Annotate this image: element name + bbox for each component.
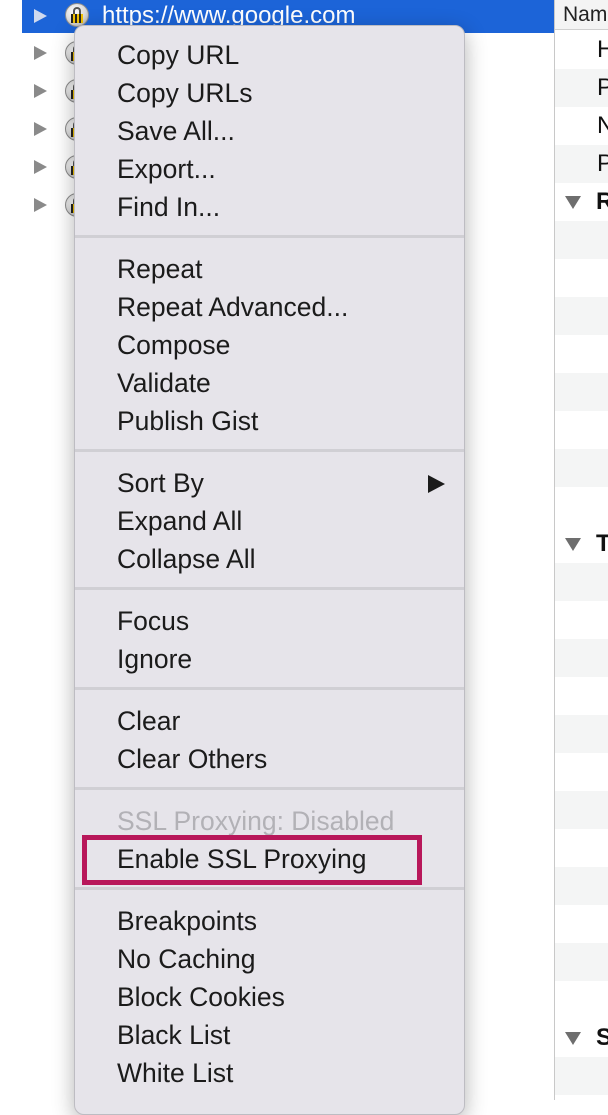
overview-panel: Nam H P N P R T S <box>555 0 608 1100</box>
disclosure-triangle-icon[interactable] <box>34 160 47 174</box>
menu-item-black-list[interactable]: Black List <box>117 1018 230 1052</box>
overview-section-label: S <box>596 1024 608 1051</box>
menu-item-find-in[interactable]: Find In... <box>117 190 220 224</box>
disclosure-triangle-icon[interactable] <box>34 9 47 23</box>
menu-item-repeat[interactable]: Repeat <box>117 252 202 286</box>
overview-row <box>555 715 608 753</box>
overview-cell: N <box>597 112 608 139</box>
menu-item-clear-others[interactable]: Clear Others <box>117 742 267 776</box>
overview-cell: H <box>597 36 608 63</box>
overview-row <box>555 487 608 525</box>
disclosure-triangle-icon[interactable] <box>34 46 47 60</box>
overview-section-label: R <box>596 188 608 215</box>
menu-item-validate[interactable]: Validate <box>117 366 211 400</box>
overview-row <box>555 601 608 639</box>
overview-row <box>555 829 608 867</box>
menu-item-export[interactable]: Export... <box>117 152 216 186</box>
disclosure-triangle-icon[interactable] <box>34 122 47 136</box>
menu-item-focus[interactable]: Focus <box>117 604 189 638</box>
menu-item-enable-ssl-proxying[interactable]: Enable SSL Proxying <box>117 842 366 876</box>
menu-item-white-list[interactable]: White List <box>117 1056 233 1090</box>
menu-item-collapse-all[interactable]: Collapse All <box>117 542 255 576</box>
overview-row <box>555 791 608 829</box>
menu-separator <box>75 235 464 238</box>
overview-row <box>555 677 608 715</box>
menu-item-publish-gist[interactable]: Publish Gist <box>117 404 258 438</box>
window-left-gutter <box>0 0 22 1100</box>
menu-item-expand-all[interactable]: Expand All <box>117 504 242 538</box>
menu-item-no-caching[interactable]: No Caching <box>117 942 255 976</box>
overview-row <box>555 221 608 259</box>
disclosure-triangle-icon[interactable] <box>34 84 47 98</box>
menu-item-repeat-advanced[interactable]: Repeat Advanced... <box>117 290 348 324</box>
menu-separator <box>75 787 464 790</box>
menu-item-ssl-proxying-status: SSL Proxying: Disabled <box>117 806 395 836</box>
menu-item-block-cookies[interactable]: Block Cookies <box>117 980 285 1014</box>
overview-row <box>555 639 608 677</box>
overview-row <box>555 943 608 981</box>
context-menu: Copy URL Copy URLs Save All... Export...… <box>74 25 465 1115</box>
overview-section-row[interactable]: R <box>555 183 608 221</box>
overview-row <box>555 411 608 449</box>
overview-cell: P <box>555 69 608 107</box>
overview-row <box>555 867 608 905</box>
overview-row <box>555 297 608 335</box>
menu-item-save-all[interactable]: Save All... <box>117 114 235 148</box>
lock-icon <box>65 3 89 27</box>
submenu-arrow-icon <box>428 475 445 493</box>
overview-row <box>555 981 608 1019</box>
overview-section-row[interactable]: S <box>555 1019 608 1057</box>
disclosure-triangle-icon[interactable] <box>34 198 47 212</box>
overview-row <box>555 905 608 943</box>
overview-section-label: T <box>596 530 608 557</box>
menu-item-ignore[interactable]: Ignore <box>117 642 192 676</box>
disclosure-triangle-icon[interactable] <box>565 1032 581 1045</box>
overview-row <box>555 259 608 297</box>
menu-separator <box>75 887 464 890</box>
overview-row <box>555 335 608 373</box>
disclosure-triangle-icon[interactable] <box>565 196 581 209</box>
overview-row <box>555 1057 608 1095</box>
disclosure-triangle-icon[interactable] <box>565 538 581 551</box>
menu-item-copy-url[interactable]: Copy URL <box>117 38 239 72</box>
menu-item-sort-by[interactable]: Sort By <box>117 466 204 500</box>
overview-row <box>555 449 608 487</box>
overview-row <box>555 563 608 601</box>
menu-item-compose[interactable]: Compose <box>117 328 230 362</box>
menu-separator <box>75 587 464 590</box>
menu-item-breakpoints[interactable]: Breakpoints <box>117 904 257 938</box>
overview-cell: P <box>555 145 608 183</box>
overview-section-row[interactable]: T <box>555 525 608 563</box>
menu-item-clear[interactable]: Clear <box>117 704 180 738</box>
menu-item-copy-urls[interactable]: Copy URLs <box>117 76 253 110</box>
overview-row <box>555 753 608 791</box>
column-header-name[interactable]: Nam <box>555 0 608 30</box>
menu-separator <box>75 687 464 690</box>
menu-separator <box>75 449 464 452</box>
overview-row <box>555 373 608 411</box>
